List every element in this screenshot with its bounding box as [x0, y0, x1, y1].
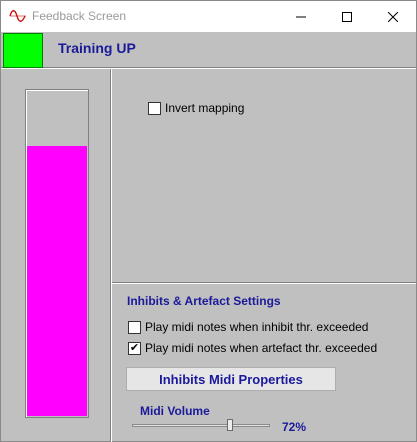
status-indicator — [3, 33, 43, 68]
midi-volume-label: Midi Volume — [140, 404, 210, 418]
inhibits-midi-properties-button[interactable]: Inhibits Midi Properties — [126, 367, 336, 391]
invert-mapping-checkbox[interactable]: Invert mapping — [148, 101, 244, 115]
title-bar[interactable]: Feedback Screen — [1, 1, 416, 32]
minimize-icon — [296, 16, 306, 17]
minimize-button[interactable] — [278, 1, 324, 32]
maximize-button[interactable] — [324, 1, 370, 32]
feedback-meter — [25, 89, 89, 418]
artefact-midi-box[interactable]: ✔ — [128, 341, 141, 355]
midi-volume-value: 72% — [282, 420, 307, 434]
window-title: Feedback Screen — [32, 9, 127, 23]
artefact-midi-checkbox[interactable]: ✔ Play midi notes when artefact thr. exc… — [128, 341, 377, 355]
header-bar: Training UP — [1, 32, 416, 69]
meter-panel — [1, 69, 111, 442]
close-icon — [388, 11, 398, 22]
inhibit-midi-box[interactable] — [128, 320, 141, 334]
feedback-meter-fill — [27, 146, 87, 416]
inhibit-midi-checkbox[interactable]: Play midi notes when inhibit thr. exceed… — [128, 320, 368, 334]
invert-mapping-box[interactable] — [148, 101, 161, 115]
feedback-window: Feedback Screen Training UP Invert mappi… — [0, 0, 417, 442]
artefact-midi-label: Play midi notes when artefact thr. excee… — [145, 341, 378, 355]
training-status-title: Training UP — [58, 40, 136, 56]
invert-mapping-label: Invert mapping — [165, 101, 245, 115]
maximize-icon — [342, 11, 352, 22]
inhibit-midi-label: Play midi notes when inhibit thr. exceed… — [145, 320, 369, 334]
midi-volume-slider-track[interactable] — [132, 424, 270, 427]
close-button[interactable] — [370, 1, 416, 32]
midi-volume-slider-thumb[interactable] — [227, 419, 233, 431]
sine-wave-icon — [9, 10, 26, 22]
inhibits-section-title: Inhibits & Artefact Settings — [127, 294, 281, 308]
